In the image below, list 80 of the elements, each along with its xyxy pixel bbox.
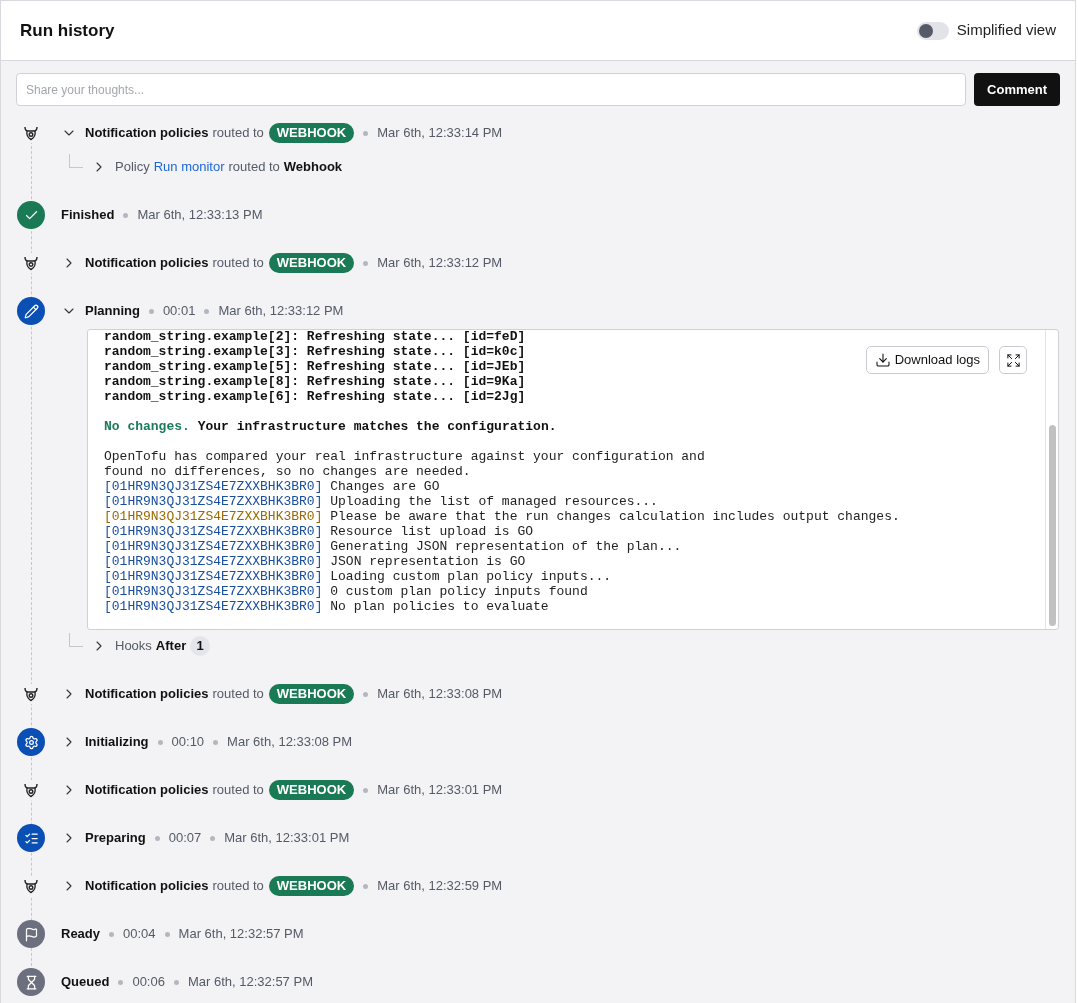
toggle-label: Simplified view <box>956 20 1056 41</box>
event-connector: routed to <box>212 124 264 143</box>
step-duration: 00:10 <box>171 733 205 752</box>
event-timestamp: Mar 6th, 12:32:59 PM <box>377 877 503 896</box>
checklist-icon <box>23 830 39 846</box>
toggle-switch[interactable] <box>916 21 949 40</box>
webhook-badge: WEBHOOK <box>268 876 355 896</box>
bull-head-icon <box>23 878 39 894</box>
log-line: [01HR9N3QJ31ZS4E7ZXXBHK3BR0] Changes are GO <box>104 479 440 494</box>
policy-label: Policy <box>115 158 150 177</box>
event-title: Notification policies <box>85 254 209 273</box>
event-connector: routed to <box>212 685 264 704</box>
event-timestamp: Mar 6th, 12:33:08 PM <box>227 733 353 752</box>
log-line: [01HR9N3QJ31ZS4E7ZXXBHK3BR0] Resource list upload is GO <box>104 524 534 539</box>
event-timestamp: Mar 6th, 12:33:12 PM <box>218 302 344 321</box>
hooks-count: 1 <box>190 636 211 656</box>
log-line: [01HR9N3QJ31ZS4E7ZXXBHK3BR0] 0 custom plan policy inputs found <box>104 584 588 599</box>
hooks-label: Hooks <box>115 637 152 656</box>
event-title: Notification policies <box>85 877 209 896</box>
page-title: Run history <box>20 19 115 42</box>
event-timestamp: Mar 6th, 12:33:12 PM <box>377 254 503 273</box>
log-line: found no differences, so no changes are needed. <box>104 464 471 479</box>
bull-head-icon <box>23 782 39 798</box>
policy-target: Webhook <box>283 158 343 177</box>
step-duration: 00:01 <box>162 302 196 321</box>
log-line: [01HR9N3QJ31ZS4E7ZXXBHK3BR0] No plan policies to evaluate <box>104 599 549 614</box>
step-label: Ready <box>61 925 101 944</box>
event-title: Notification policies <box>85 685 209 704</box>
webhook-badge: WEBHOOK <box>268 253 355 273</box>
log-line: [01HR9N3QJ31ZS4E7ZXXBHK3BR0] JSON representation is GO <box>104 554 526 569</box>
bull-head-icon <box>23 686 39 702</box>
step-duration: 00:06 <box>132 973 165 992</box>
hooks-phase: After <box>155 637 187 656</box>
event-title: Notification policies <box>85 124 209 143</box>
bull-head-icon <box>23 125 39 141</box>
step-duration: 00:07 <box>168 829 202 848</box>
log-line: [01HR9N3QJ31ZS4E7ZXXBHK3BR0] Loading custom plan policy inputs... <box>104 569 612 584</box>
event-timestamp: Mar 6th, 12:33:08 PM <box>377 685 503 704</box>
log-line: [01HR9N3QJ31ZS4E7ZXXBHK3BR0] Generating JSON representation of the plan... <box>104 539 682 554</box>
expand-icon <box>1005 352 1021 368</box>
event-connector: routed to <box>212 877 264 896</box>
download-icon <box>874 352 891 368</box>
step-label: Finished <box>61 206 115 225</box>
log-line: [01HR9N3QJ31ZS4E7ZXXBHK3BR0] Please be aware that the run changes calculation includes output changes. <box>104 509 900 524</box>
event-timestamp: Mar 6th, 12:33:01 PM <box>224 829 350 848</box>
step-label: Planning <box>85 302 140 321</box>
event-timestamp: Mar 6th, 12:33:13 PM <box>137 206 263 225</box>
log-line: OpenTofu has compared your real infrastructure against your configuration and <box>104 449 705 464</box>
step-label: Queued <box>61 973 110 992</box>
comment-input-field[interactable]: Share your thoughts... <box>16 73 967 106</box>
log-line: random_string.example[2]: Refreshing state... [id=feD] <box>104 330 526 344</box>
step-duration: 00:04 <box>123 925 156 944</box>
step-label: Initializing <box>85 733 149 752</box>
webhook-badge: WEBHOOK <box>268 780 355 800</box>
pencil-icon <box>23 303 39 319</box>
step-label: Preparing <box>85 829 146 848</box>
fullscreen-button[interactable] <box>999 346 1027 374</box>
scrollbar[interactable] <box>1045 330 1058 629</box>
event-connector: routed to <box>212 781 264 800</box>
event-title: Notification policies <box>85 781 209 800</box>
gear-icon <box>23 734 39 750</box>
comment-button[interactable]: Comment <box>974 73 1060 106</box>
event-timestamp: Mar 6th, 12:32:57 PM <box>187 973 313 992</box>
download-logs-button[interactable]: Download logs <box>865 346 989 374</box>
event-timestamp: Mar 6th, 12:32:57 PM <box>178 925 304 944</box>
event-timestamp: Mar 6th, 12:33:14 PM <box>377 124 503 143</box>
webhook-badge: WEBHOOK <box>268 123 355 143</box>
bull-head-icon <box>23 255 39 271</box>
log-line: No changes. Your infrastructure matches the configuration. <box>104 419 557 434</box>
log-line: random_string.example[6]: Refreshing state... [id=2Jg] <box>104 389 526 404</box>
flag-icon <box>23 926 39 942</box>
log-line: random_string.example[5]: Refreshing state... [id=JEb] <box>104 359 526 374</box>
log-line: [01HR9N3QJ31ZS4E7ZXXBHK3BR0] Uploading the list of managed resources... <box>104 494 658 509</box>
webhook-badge: WEBHOOK <box>268 684 355 704</box>
log-line: random_string.example[8]: Refreshing state... [id=9Ka] <box>104 374 526 389</box>
log-line: random_string.example[3]: Refreshing state... [id=k0c] <box>104 344 526 359</box>
event-connector: routed to <box>212 254 264 273</box>
policy-link[interactable]: Run monitor <box>153 157 225 177</box>
event-timestamp: Mar 6th, 12:33:01 PM <box>377 781 503 800</box>
policy-connector: routed to <box>228 158 280 177</box>
